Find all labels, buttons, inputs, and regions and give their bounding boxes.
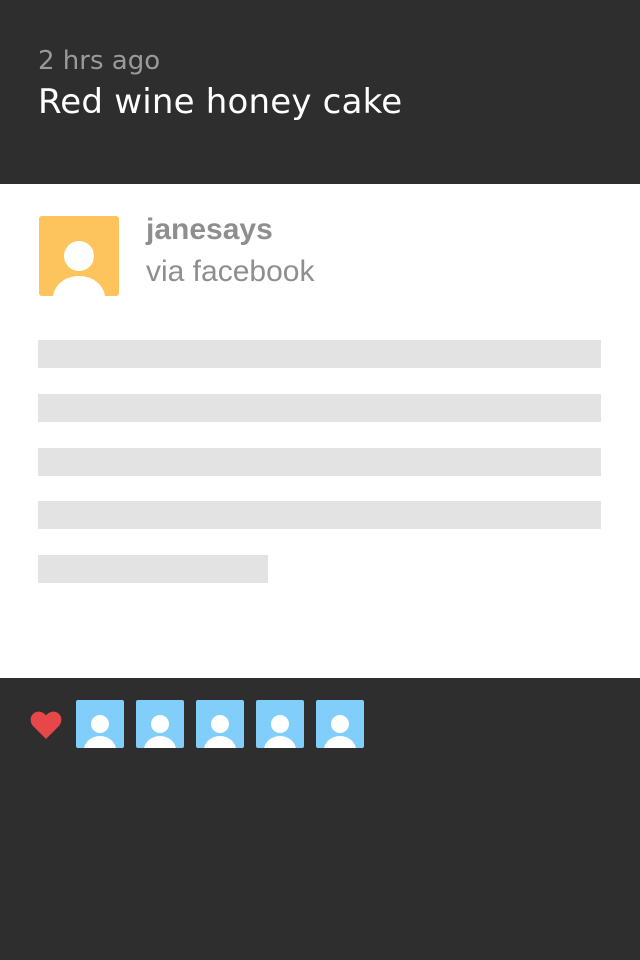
author-name[interactable]: janesays: [146, 212, 273, 248]
user-placeholder-icon: [53, 241, 105, 296]
content-placeholder-line: [38, 340, 601, 368]
user-placeholder-icon: [144, 715, 176, 748]
content-placeholder-line: [38, 394, 601, 422]
content-placeholder-line: [38, 501, 601, 529]
liker-avatar[interactable]: [256, 700, 304, 748]
user-placeholder-icon: [204, 715, 236, 748]
liker-avatars: [76, 700, 364, 748]
post-title[interactable]: Red wine honey cake: [38, 80, 402, 124]
liker-avatar[interactable]: [76, 700, 124, 748]
user-placeholder-icon: [324, 715, 356, 748]
liker-avatar[interactable]: [136, 700, 184, 748]
liker-avatar[interactable]: [196, 700, 244, 748]
post-header: 2 hrs ago Red wine honey cake: [0, 0, 640, 184]
heart-icon[interactable]: [30, 710, 62, 740]
content-placeholder-line: [38, 448, 601, 476]
post-card: janesays via facebook: [0, 184, 640, 678]
author-avatar[interactable]: [39, 216, 119, 296]
liker-avatar[interactable]: [316, 700, 364, 748]
user-placeholder-icon: [84, 715, 116, 748]
post-timestamp: 2 hrs ago: [38, 46, 161, 76]
content-placeholder-line: [38, 555, 268, 583]
user-placeholder-icon: [264, 715, 296, 748]
author-source: via facebook: [146, 255, 315, 288]
likes-bar: [0, 678, 640, 960]
